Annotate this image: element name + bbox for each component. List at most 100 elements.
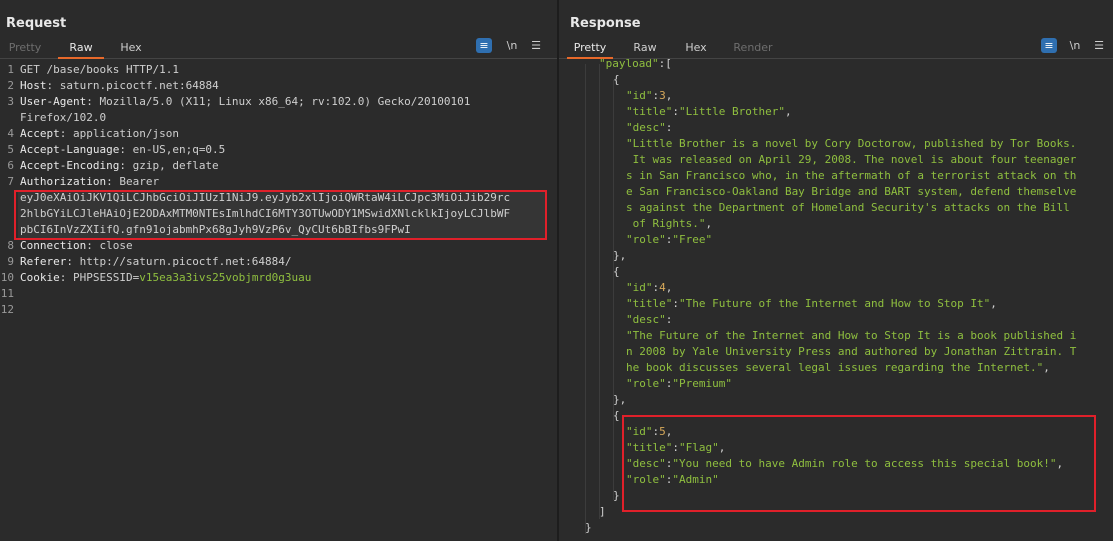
header-value: : close — [86, 239, 133, 252]
request-line: Accept-Encoding: gzip, deflate — [20, 158, 219, 174]
request-line: Accept: application/json — [20, 126, 179, 142]
json-line: e San Francisco-Oakland Bay Bridge and B… — [626, 184, 1076, 200]
json-string: "role" — [626, 377, 666, 390]
tab-pretty[interactable]: Pretty — [8, 38, 42, 57]
request-pane: Request Pretty Raw Hex ≡ \n ☰ 1 GET /base… — [0, 0, 557, 541]
indent-guide — [613, 80, 614, 500]
tab-raw[interactable]: Raw — [58, 38, 104, 59]
request-line: Accept-Language: en-US,en;q=0.5 — [20, 142, 225, 158]
json-string: he book discusses several legal issues r… — [626, 361, 1044, 374]
json-punct: : — [665, 121, 673, 134]
json-line: }, — [613, 248, 626, 264]
json-string: "title" — [626, 297, 673, 310]
header-key: Connection — [20, 239, 87, 252]
newline-toggle[interactable]: \n — [504, 38, 520, 53]
wrap-icon[interactable]: ≡ — [476, 38, 492, 53]
json-string: "The Future of the Internet and How to S… — [678, 297, 991, 310]
json-string: "The Future of the Internet and How to S… — [626, 329, 1077, 342]
indent-guide — [585, 64, 586, 534]
line-number: 6 — [7, 159, 14, 172]
header-key: Accept-Language — [20, 143, 120, 156]
tab-hex[interactable]: Hex — [116, 38, 146, 57]
json-punct: , — [784, 105, 792, 118]
header-key: Accept-Encoding — [20, 159, 120, 172]
menu-icon[interactable]: ☰ — [528, 38, 544, 53]
request-tools: ≡ \n ☰ — [476, 38, 546, 54]
json-punct: , — [990, 297, 997, 310]
request-line: User-Agent: Mozilla/5.0 (X11; Linux x86_… — [20, 94, 470, 110]
request-line: Host: saturn.picoctf.net:64884 — [20, 78, 219, 94]
json-line: It was released on April 29, 2008. The n… — [626, 152, 1077, 168]
json-punct: , — [1043, 361, 1050, 374]
request-line: Connection: close — [20, 238, 133, 254]
json-number: 3 — [659, 89, 666, 102]
json-string: of Rights." — [626, 217, 706, 230]
line-number: 12 — [0, 303, 14, 316]
json-punct: , — [705, 217, 713, 230]
header-value: : http://saturn.picoctf.net:64884/ — [66, 255, 292, 268]
json-line: "The Future of the Internet and How to S… — [626, 328, 1076, 344]
json-line: }, — [613, 392, 626, 408]
header-value: Firefox/102.0 — [20, 111, 107, 124]
json-line: s in San Francisco who, in the aftermath… — [626, 168, 1076, 184]
header-value: : saturn.picoctf.net:64884 — [46, 79, 219, 92]
cookie-value: v15ea3a3ivs25vobjmrd0g3uau — [139, 271, 312, 284]
request-title: Request — [6, 16, 67, 31]
json-line: "Little Brother is a novel by Cory Docto… — [626, 136, 1076, 152]
header-key: User-Agent — [20, 95, 87, 108]
line-number: 8 — [7, 239, 14, 252]
json-string: "Premium" — [672, 377, 732, 390]
json-punct: : — [672, 297, 679, 310]
header-value: : Mozilla/5.0 (X11; Linux x86_64; rv:102… — [86, 95, 471, 108]
header-value: : gzip, deflate — [119, 159, 219, 172]
json-punct: :[ — [658, 57, 672, 70]
line-number: 11 — [0, 287, 14, 300]
json-line: "title":"The Future of the Internet and … — [626, 296, 997, 312]
json-string: "title" — [626, 105, 673, 118]
json-punct: : — [665, 313, 673, 326]
json-string: "payload" — [599, 57, 659, 70]
header-key: Host — [20, 79, 47, 92]
request-tabs: Pretty Raw Hex — [0, 38, 557, 59]
json-punct: }, — [613, 249, 627, 262]
header-key: Referer — [20, 255, 67, 268]
json-string: It was released on April 29, 2008. The n… — [626, 153, 1077, 166]
line-number: 4 — [7, 127, 14, 140]
json-line: "id":3, — [626, 88, 672, 104]
line-number: 9 — [7, 255, 14, 268]
line-number: 1 — [7, 63, 14, 76]
json-line: he book discusses several legal issues r… — [626, 360, 1050, 376]
json-punct: , — [665, 89, 673, 102]
header-key: Cookie — [20, 271, 60, 284]
json-string: n 2008 by Yale University Press and auth… — [626, 345, 1077, 358]
request-line: Cookie: PHPSESSID=v15ea3a3ivs25vobjmrd0g… — [20, 270, 311, 286]
json-line: of Rights.", — [626, 216, 713, 232]
header-value: GET /base/books HTTP/1.1 — [20, 63, 179, 76]
line-number: 7 — [7, 175, 14, 188]
json-line: s against the Department of Homeland Sec… — [626, 200, 1070, 216]
json-string: "desc" — [626, 313, 666, 326]
json-line: n 2008 by Yale University Press and auth… — [626, 344, 1076, 360]
json-string: "Little Brother" — [678, 105, 785, 118]
json-string: "id" — [626, 281, 653, 294]
flag-highlight-box — [622, 415, 1096, 512]
header-value: : PHPSESSID= — [59, 271, 140, 284]
json-string: "desc" — [626, 121, 666, 134]
token-highlight-box — [14, 190, 547, 240]
json-line: "id":4, — [626, 280, 672, 296]
json-string: "role" — [626, 233, 666, 246]
json-string: s in San Francisco who, in the aftermath… — [626, 169, 1077, 182]
json-line: "desc": — [626, 120, 672, 136]
json-line: "title":"Little Brother", — [626, 104, 792, 120]
json-punct: , — [665, 281, 673, 294]
json-string: "id" — [626, 89, 653, 102]
json-number: 4 — [659, 281, 666, 294]
json-string: e San Francisco-Oakland Bay Bridge and B… — [626, 185, 1077, 198]
header-value: : application/json — [59, 127, 179, 140]
header-key: Accept — [20, 127, 60, 140]
json-string: "Little Brother is a novel by Cory Docto… — [626, 137, 1077, 150]
json-string: s against the Department of Homeland Sec… — [626, 201, 1070, 214]
line-number: 5 — [7, 143, 14, 156]
request-line: Authorization: Bearer — [20, 174, 159, 190]
request-line: GET /base/books HTTP/1.1 — [20, 62, 179, 78]
